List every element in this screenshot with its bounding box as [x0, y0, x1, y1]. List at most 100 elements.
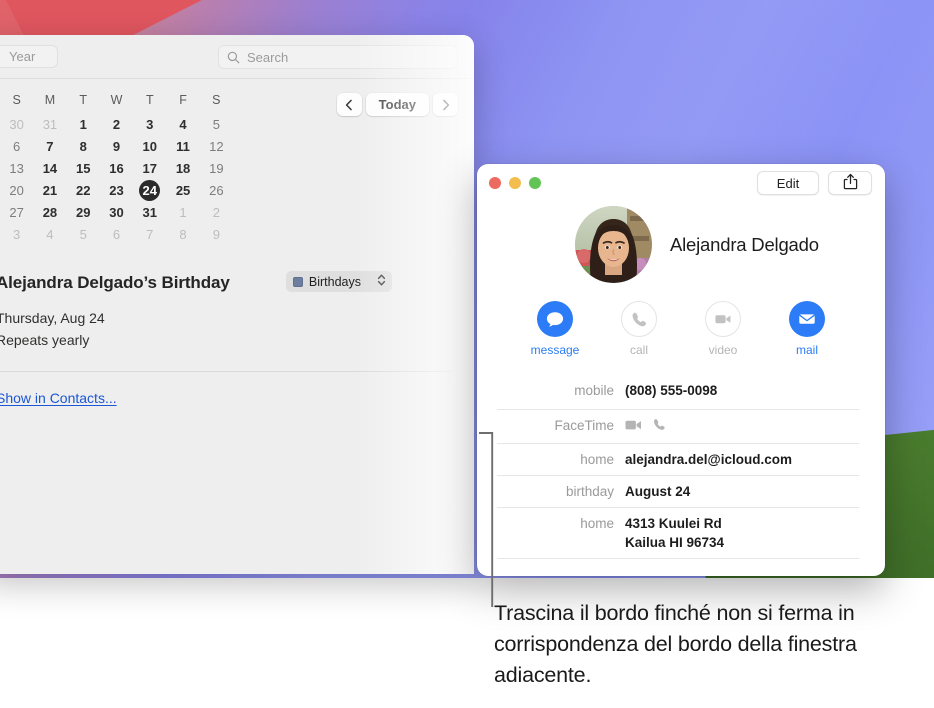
calendar-month-section: Today SMTWTFS 30 31 1 2 3 4 5 6 7 8 9 10 11 12 13 14 15 1… [0, 79, 474, 245]
show-in-contacts-link[interactable]: Show in Contacts... [0, 390, 117, 406]
day-number: 7 [146, 226, 154, 242]
detail-row-mobile[interactable]: mobile (808) 555-0098 [497, 379, 859, 409]
day-number: 3 [146, 116, 154, 132]
day-cell-1[interactable]: 1 [166, 201, 199, 223]
day-number: 10 [142, 138, 157, 154]
action-message[interactable]: message [531, 301, 579, 357]
day-cell-26[interactable]: 26 [200, 179, 233, 201]
day-cell-9[interactable]: 9 [200, 223, 233, 245]
day-cell-11[interactable]: 11 [166, 135, 199, 157]
day-cell-20[interactable]: 20 [0, 179, 33, 201]
month-week-row: 13 14 15 16 17 18 19 [0, 157, 233, 179]
day-number: 9 [112, 138, 121, 154]
today-button[interactable]: Today [365, 93, 429, 116]
window-edge-callout-line [479, 432, 501, 607]
day-cell-17[interactable]: 17 [133, 157, 166, 179]
day-cell-9[interactable]: 9 [100, 135, 133, 157]
day-number: 17 [142, 160, 157, 176]
day-cell-21[interactable]: 21 [33, 179, 66, 201]
share-button[interactable] [828, 171, 872, 195]
contact-details-list: mobile (808) 555-0098 FaceTime home alejandr… [477, 379, 885, 559]
detail-value[interactable]: August 24 [625, 482, 690, 501]
day-cell-8[interactable]: 8 [166, 223, 199, 245]
day-cell-25[interactable]: 25 [166, 179, 199, 201]
day-cell-12[interactable]: 12 [200, 135, 233, 157]
day-cell-5[interactable]: 5 [200, 113, 233, 135]
day-number: 4 [179, 116, 187, 132]
day-cell-7[interactable]: 7 [33, 135, 66, 157]
annotation-caption: Trascina il bordo finché non si ferma in… [494, 601, 857, 687]
day-cell-27[interactable]: 27 [0, 201, 33, 223]
day-number: 11 [176, 138, 190, 154]
day-cell-14[interactable]: 14 [33, 157, 66, 179]
detail-list-bottom-rule [497, 558, 859, 559]
day-cell-22[interactable]: 22 [67, 179, 100, 201]
day-cell-28[interactable]: 28 [33, 201, 66, 223]
video-camera-icon[interactable] [625, 418, 643, 437]
day-cell-18[interactable]: 18 [166, 157, 199, 179]
search-field[interactable] [218, 45, 458, 69]
day-number: 12 [209, 138, 224, 154]
day-cell-24[interactable]: 24 [133, 179, 166, 201]
action-label-message: message [530, 343, 580, 357]
day-cell-3[interactable]: 3 [0, 223, 33, 245]
detail-value[interactable]: (808) 555-0098 [625, 381, 717, 400]
phone-icon[interactable] [652, 417, 667, 437]
zoom-window-button[interactable] [529, 177, 541, 189]
weekday-header-6: S [212, 93, 221, 107]
edit-button[interactable]: Edit [757, 171, 819, 195]
day-cell-15[interactable]: 15 [67, 157, 100, 179]
close-window-button[interactable] [489, 177, 501, 189]
search-input[interactable] [247, 49, 437, 65]
day-cell-29[interactable]: 29 [67, 201, 100, 223]
day-number: 8 [179, 226, 187, 242]
detail-value-line: Kailua HI 96734 [625, 535, 725, 550]
day-number: 1 [179, 204, 187, 220]
day-number: 2 [212, 204, 220, 220]
detail-value[interactable]: 4313 Kuulei Rd Kailua HI 96734 [625, 514, 724, 552]
action-mail[interactable]: mail [787, 301, 827, 357]
action-video: video [703, 301, 743, 357]
previous-period-button[interactable] [336, 93, 362, 116]
day-cell-2[interactable]: 2 [200, 201, 233, 223]
day-cell-3[interactable]: 3 [133, 113, 166, 135]
action-label-video: video [708, 343, 738, 357]
calendar-toolbar: Year [0, 35, 474, 79]
day-number: 5 [79, 226, 87, 242]
day-cell-2[interactable]: 2 [100, 113, 133, 135]
day-number: 7 [46, 138, 54, 154]
day-cell-10[interactable]: 10 [133, 135, 166, 157]
day-cell-13[interactable]: 13 [0, 157, 33, 179]
day-cell-31[interactable]: 31 [33, 113, 66, 135]
next-period-button[interactable] [433, 93, 458, 116]
day-cell-5[interactable]: 5 [67, 223, 100, 245]
day-cell-6[interactable]: 6 [0, 135, 33, 157]
detail-label: home [580, 452, 614, 467]
day-cell-4[interactable]: 4 [33, 223, 66, 245]
minimize-window-button[interactable] [509, 177, 521, 189]
day-cell-16[interactable]: 16 [100, 157, 133, 179]
day-cell-4[interactable]: 4 [166, 113, 199, 135]
month-week-row: 3 4 5 6 7 8 9 [0, 223, 233, 245]
day-number: 13 [9, 160, 24, 176]
day-cell-8[interactable]: 8 [67, 135, 100, 157]
day-cell-19[interactable]: 19 [200, 157, 233, 179]
detail-row-home[interactable]: home alejandra.del@icloud.com [497, 443, 859, 475]
day-cell-30[interactable]: 30 [100, 201, 133, 223]
calendar-selector[interactable]: Birthdays [285, 271, 392, 292]
day-number: 26 [209, 182, 224, 198]
year-view-button[interactable]: Year [0, 45, 58, 68]
detail-row-birthday[interactable]: birthday August 24 [497, 475, 859, 507]
event-date-line: Thursday, Aug 24 [0, 310, 105, 326]
day-cell-1[interactable]: 1 [67, 113, 100, 135]
detail-row-facetime[interactable]: FaceTime [497, 409, 859, 443]
day-cell-30[interactable]: 30 [0, 113, 33, 135]
detail-value[interactable]: alejandra.del@icloud.com [625, 450, 792, 469]
detail-row-home[interactable]: home 4313 Kuulei Rd Kailua HI 96734 [497, 507, 859, 558]
day-cell-7[interactable]: 7 [133, 223, 166, 245]
day-cell-31[interactable]: 31 [133, 201, 166, 223]
day-number: 19 [209, 160, 224, 176]
day-number: 8 [79, 138, 87, 154]
day-cell-23[interactable]: 23 [100, 179, 133, 201]
day-cell-6[interactable]: 6 [100, 223, 133, 245]
